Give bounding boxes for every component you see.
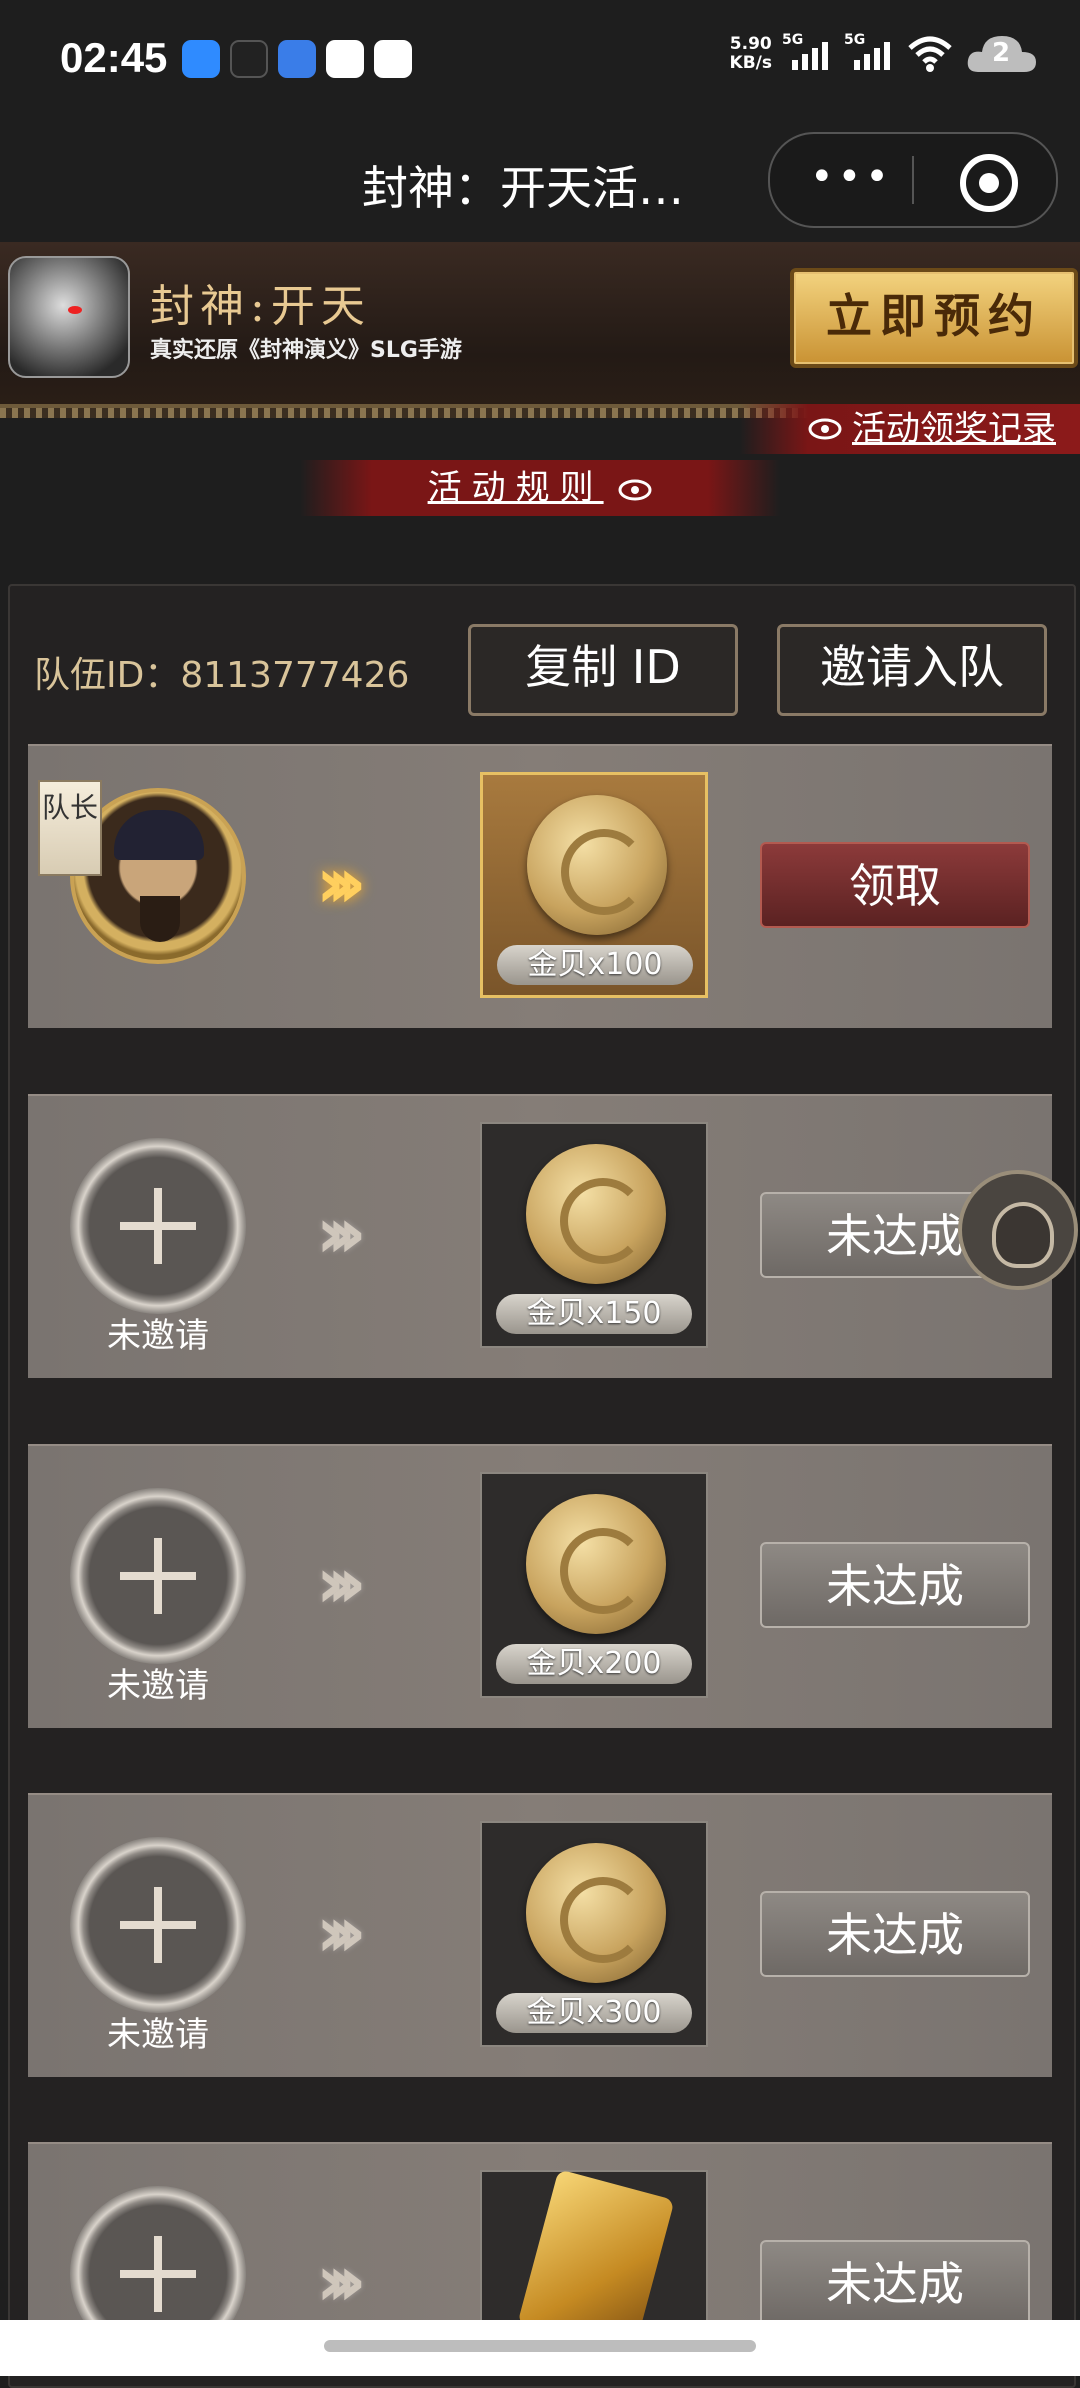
home-indicator[interactable] — [324, 2340, 756, 2352]
net-speed: 5.90 KB/s — [730, 35, 772, 73]
cloud-notification-icon: 2 — [964, 32, 1040, 76]
file-app-icon — [278, 40, 316, 78]
reward-records-label: 活动领奖记录 — [852, 409, 1056, 449]
claim-button[interactable]: 领取 — [760, 842, 1030, 928]
more-menu-button[interactable]: ••• — [810, 157, 893, 197]
eye-icon — [618, 479, 652, 500]
reward-box — [480, 2169, 708, 2322]
clock: 02:45 — [60, 34, 168, 81]
leader-tag: 队长 — [38, 780, 102, 876]
status-button[interactable]: 未达成 — [760, 1542, 1030, 1628]
signal-icon: 5G — [844, 32, 896, 76]
status-button[interactable]: 未达成 — [760, 1891, 1030, 1977]
reward-box: 金贝x100 — [480, 772, 708, 998]
mini-program-capsule: ••• — [768, 132, 1058, 228]
net-speed-unit: KB/s — [729, 53, 772, 73]
double-chevron-icon: ››› — [316, 842, 366, 924]
reward-records-link[interactable]: 活动领奖记录 — [740, 404, 1080, 454]
page-title: 封神：开天活… — [362, 161, 684, 215]
reward-label: 金贝x100 — [497, 945, 693, 985]
cat-app-icon — [230, 40, 268, 78]
game-banner: 封神:开天 真实还原《封神演义》SLG手游 立即预约 — [0, 242, 1080, 418]
double-chevron-icon: ››› — [316, 1891, 366, 1973]
signal-icon: 5G — [782, 32, 834, 76]
reward-label: 金贝x300 — [496, 1993, 692, 2033]
close-target-button[interactable] — [960, 154, 1018, 212]
headset-avatar-icon — [992, 1202, 1054, 1268]
qq-icon — [326, 40, 364, 78]
cloud-count: 2 — [992, 38, 1011, 68]
game-name: 封神:开天 — [150, 281, 371, 332]
eye-icon — [808, 418, 842, 440]
net-speed-value: 5.90 — [729, 34, 772, 54]
gold-shell-icon — [526, 1843, 666, 1983]
activity-rules-link[interactable]: 活动规则 — [300, 460, 780, 516]
copy-id-button[interactable]: 复制 ID — [468, 624, 738, 716]
invite-slot-button[interactable] — [70, 2186, 246, 2322]
team-id: 队伍ID：8113777426 — [34, 655, 410, 696]
invite-slot-button[interactable] — [70, 1837, 246, 2013]
double-chevron-icon: ››› — [316, 1542, 366, 1624]
slot-label: 未邀请 — [107, 2015, 209, 2055]
mobile-app-icon — [374, 40, 412, 78]
reserve-button[interactable]: 立即预约 — [790, 268, 1078, 368]
invite-slot-button[interactable] — [70, 1488, 246, 1664]
reward-row: 未邀请 ››› 金贝x300 未达成 — [28, 1793, 1052, 2077]
reward-label: 金贝x150 — [496, 1294, 692, 1334]
double-chevron-icon: ››› — [316, 1192, 366, 1274]
reward-box: 金贝x300 — [480, 1821, 708, 2047]
reward-label: 金贝x200 — [496, 1644, 692, 1684]
browser-icon — [182, 40, 220, 78]
reward-row: 未邀请 ››› 金贝x200 未达成 — [28, 1444, 1052, 1728]
reward-box: 金贝x200 — [480, 1472, 708, 1698]
golden-scroll-icon — [517, 2169, 675, 2322]
target-dot-icon — [979, 173, 999, 193]
customer-service-button[interactable] — [958, 1170, 1078, 1290]
reward-row: 队长 ››› 金贝x100 领取 — [28, 744, 1052, 1028]
system-indicators: 5.90 KB/s 5G 5G 2 — [730, 32, 1040, 76]
gold-shell-icon — [526, 1144, 666, 1284]
double-chevron-icon: ››› — [316, 2240, 366, 2322]
game-logo-icon — [8, 256, 130, 378]
capsule-divider — [912, 156, 914, 204]
status-button[interactable]: 未达成 — [760, 2240, 1030, 2322]
game-subtitle: 真实还原《封神演义》SLG手游 — [150, 338, 462, 363]
reward-row: 未邀请 ››› 金贝x150 未达成 — [28, 1094, 1052, 1378]
reward-box: 金贝x150 — [480, 1122, 708, 1348]
invite-slot-button[interactable] — [70, 1138, 246, 1314]
status-bar: 02:45 5.90 KB/s 5G 5G 2 — [0, 0, 1080, 120]
activity-rules-label: 活动规则 — [427, 468, 604, 508]
gesture-bar — [0, 2320, 1080, 2376]
gold-shell-icon — [526, 1494, 666, 1634]
invite-team-button[interactable]: 邀请入队 — [777, 624, 1047, 716]
slot-label: 未邀请 — [107, 1316, 209, 1356]
slot-label: 未邀请 — [107, 1666, 209, 1706]
reward-row: ››› 未达成 — [28, 2142, 1052, 2322]
wifi-icon — [908, 36, 952, 72]
gold-shell-icon — [527, 795, 667, 935]
notification-icons — [182, 40, 412, 78]
